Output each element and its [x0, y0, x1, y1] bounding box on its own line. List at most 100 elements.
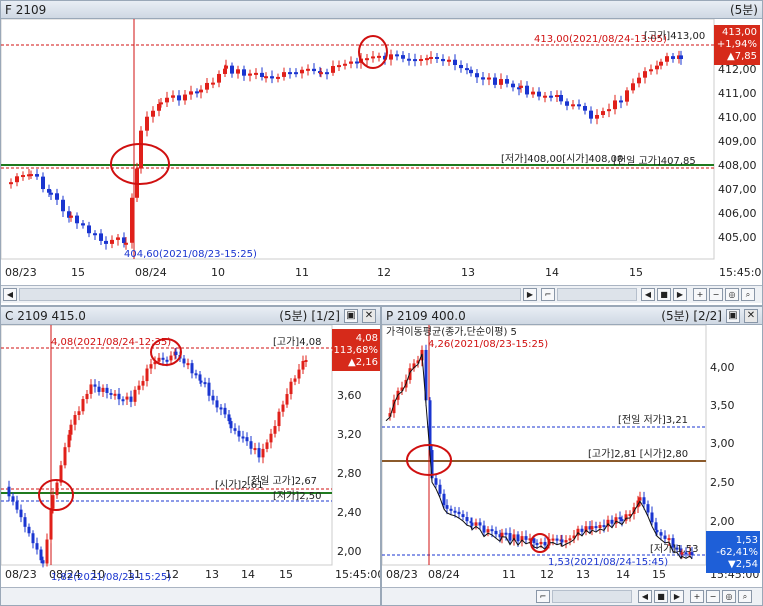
x-tick: 10: [211, 266, 225, 279]
zoom-out-icon[interactable]: −: [709, 288, 723, 301]
top-candle: [122, 237, 126, 244]
top-candle: [41, 176, 45, 190]
put-candle: [461, 514, 465, 518]
top-candle: [248, 73, 252, 76]
put-scrollbar[interactable]: ⌐ ◀ ■ ▶ + − ◎ ⌕: [382, 587, 762, 605]
top-scrollbar[interactable]: ◀ ▶ ⌐ ◀ ■ ▶ + − ◎ ⌕: [1, 285, 762, 303]
call-candle: [7, 486, 11, 497]
call-scrollbar[interactable]: [1, 587, 380, 605]
put-candle: [516, 534, 520, 542]
call-candle: [19, 509, 23, 518]
close-icon[interactable]: ✕: [362, 308, 376, 323]
search-icon[interactable]: ⌕: [738, 590, 752, 603]
call-interval[interactable]: (5분): [279, 307, 307, 324]
scroll-right-icon[interactable]: ▶: [523, 288, 537, 301]
play-icon[interactable]: ▶: [670, 590, 684, 603]
call-candle: [257, 448, 261, 458]
range-handle-icon[interactable]: ⌐: [536, 590, 550, 603]
zoom-out-icon[interactable]: −: [706, 590, 720, 603]
put-candle: [602, 525, 606, 528]
x-tick: 08/24: [428, 568, 460, 581]
y-tick: 407,00: [718, 183, 757, 196]
call-chart-panel: C 2109 415.0 (5분) [1/2] ▣ ✕ 3,60 3,20 2,80…: [0, 306, 381, 606]
put-price-chart[interactable]: 4,00 3,50 3,00 2,50 2,00 08/23 08/24 11 12 13 14 15…: [382, 325, 762, 587]
x-tick: 15: [629, 266, 643, 279]
call-candle: [174, 351, 178, 355]
x-tick: 08/23: [5, 266, 37, 279]
stop-icon[interactable]: ■: [657, 288, 671, 301]
top-candle: [331, 65, 335, 73]
put-candle: [470, 522, 474, 526]
close-icon[interactable]: ✕: [744, 308, 758, 323]
top-candle: [276, 76, 280, 79]
call-candle: [304, 360, 308, 362]
low-note: 1,82(2021/08/23-15:25): [51, 572, 171, 583]
x-tick: 15:45:00: [719, 266, 762, 279]
call-candle: [133, 389, 137, 402]
top-candle: [595, 114, 599, 119]
restore-icon[interactable]: ▣: [726, 308, 740, 323]
y-tick: 2,80: [337, 467, 362, 480]
price-box-text: -62,41%: [716, 547, 758, 558]
call-candle: [129, 396, 133, 402]
restore-icon[interactable]: ▣: [344, 308, 358, 323]
range-handle-icon[interactable]: ⌐: [541, 288, 555, 301]
top-candle: [205, 82, 209, 90]
put-page: [2/2]: [693, 308, 722, 323]
zoom-fit-icon[interactable]: ◎: [722, 590, 736, 603]
top-candle: [637, 77, 641, 84]
call-chart-title: C 2109 415.0: [5, 308, 86, 323]
zoom-fit-icon[interactable]: ◎: [725, 288, 739, 301]
top-candle: [189, 91, 193, 95]
call-candle: [73, 415, 77, 425]
y-tick: 405,00: [718, 231, 757, 244]
call-candle: [105, 387, 109, 393]
scroll-left-icon[interactable]: ◀: [3, 288, 17, 301]
top-candle: [157, 104, 161, 111]
call-candle: [253, 448, 257, 451]
top-interval[interactable]: (5분): [730, 1, 758, 18]
top-candle: [583, 105, 587, 111]
put-candle: [598, 525, 602, 529]
call-candle: [215, 400, 219, 408]
call-candle: [261, 448, 265, 458]
put-candle: [494, 530, 498, 535]
top-candle: [139, 130, 143, 169]
call-candle: [219, 407, 223, 410]
top-candle: [183, 94, 187, 101]
x-tick: 08/23: [5, 568, 37, 581]
zoom-in-icon[interactable]: +: [690, 590, 704, 603]
call-price-chart[interactable]: 3,603,202,802,402,0008/23 08/24 10 11 12 13 14…: [1, 325, 380, 587]
top-candle: [99, 233, 103, 241]
call-candle: [85, 393, 89, 400]
top-candle: [199, 89, 203, 93]
top-candle: [81, 223, 85, 226]
call-candle: [207, 382, 211, 396]
top-candle: [343, 63, 347, 66]
search-icon[interactable]: ⌕: [741, 288, 755, 301]
put-candle: [650, 512, 654, 523]
put-candle: [543, 541, 547, 546]
stop-icon[interactable]: ■: [654, 590, 668, 603]
call-candle: [301, 361, 305, 370]
play-icon[interactable]: ▶: [673, 288, 687, 301]
top-price-chart[interactable]: 413,00412,00411,00410,00409,00408,00407,…: [1, 19, 762, 285]
call-candle: [161, 357, 165, 360]
y-tick: 3,60: [337, 389, 362, 402]
zoom-in-icon[interactable]: +: [693, 288, 707, 301]
top-candle: [365, 58, 369, 61]
put-interval[interactable]: (5분): [661, 307, 689, 324]
top-candle: [499, 79, 503, 85]
x-tick: 12: [377, 266, 391, 279]
call-candle: [169, 355, 173, 361]
call-candle: [121, 399, 125, 402]
prev-high-note: [전일 고가]407,85: [613, 155, 696, 167]
put-candle: [453, 510, 457, 513]
play-back-icon[interactable]: ◀: [638, 590, 652, 603]
play-back-icon[interactable]: ◀: [641, 288, 655, 301]
put-candle: [535, 542, 539, 545]
top-candle: [395, 54, 399, 57]
top-candle: [487, 77, 491, 80]
call-candle: [237, 430, 241, 437]
top-candle: [601, 111, 605, 115]
